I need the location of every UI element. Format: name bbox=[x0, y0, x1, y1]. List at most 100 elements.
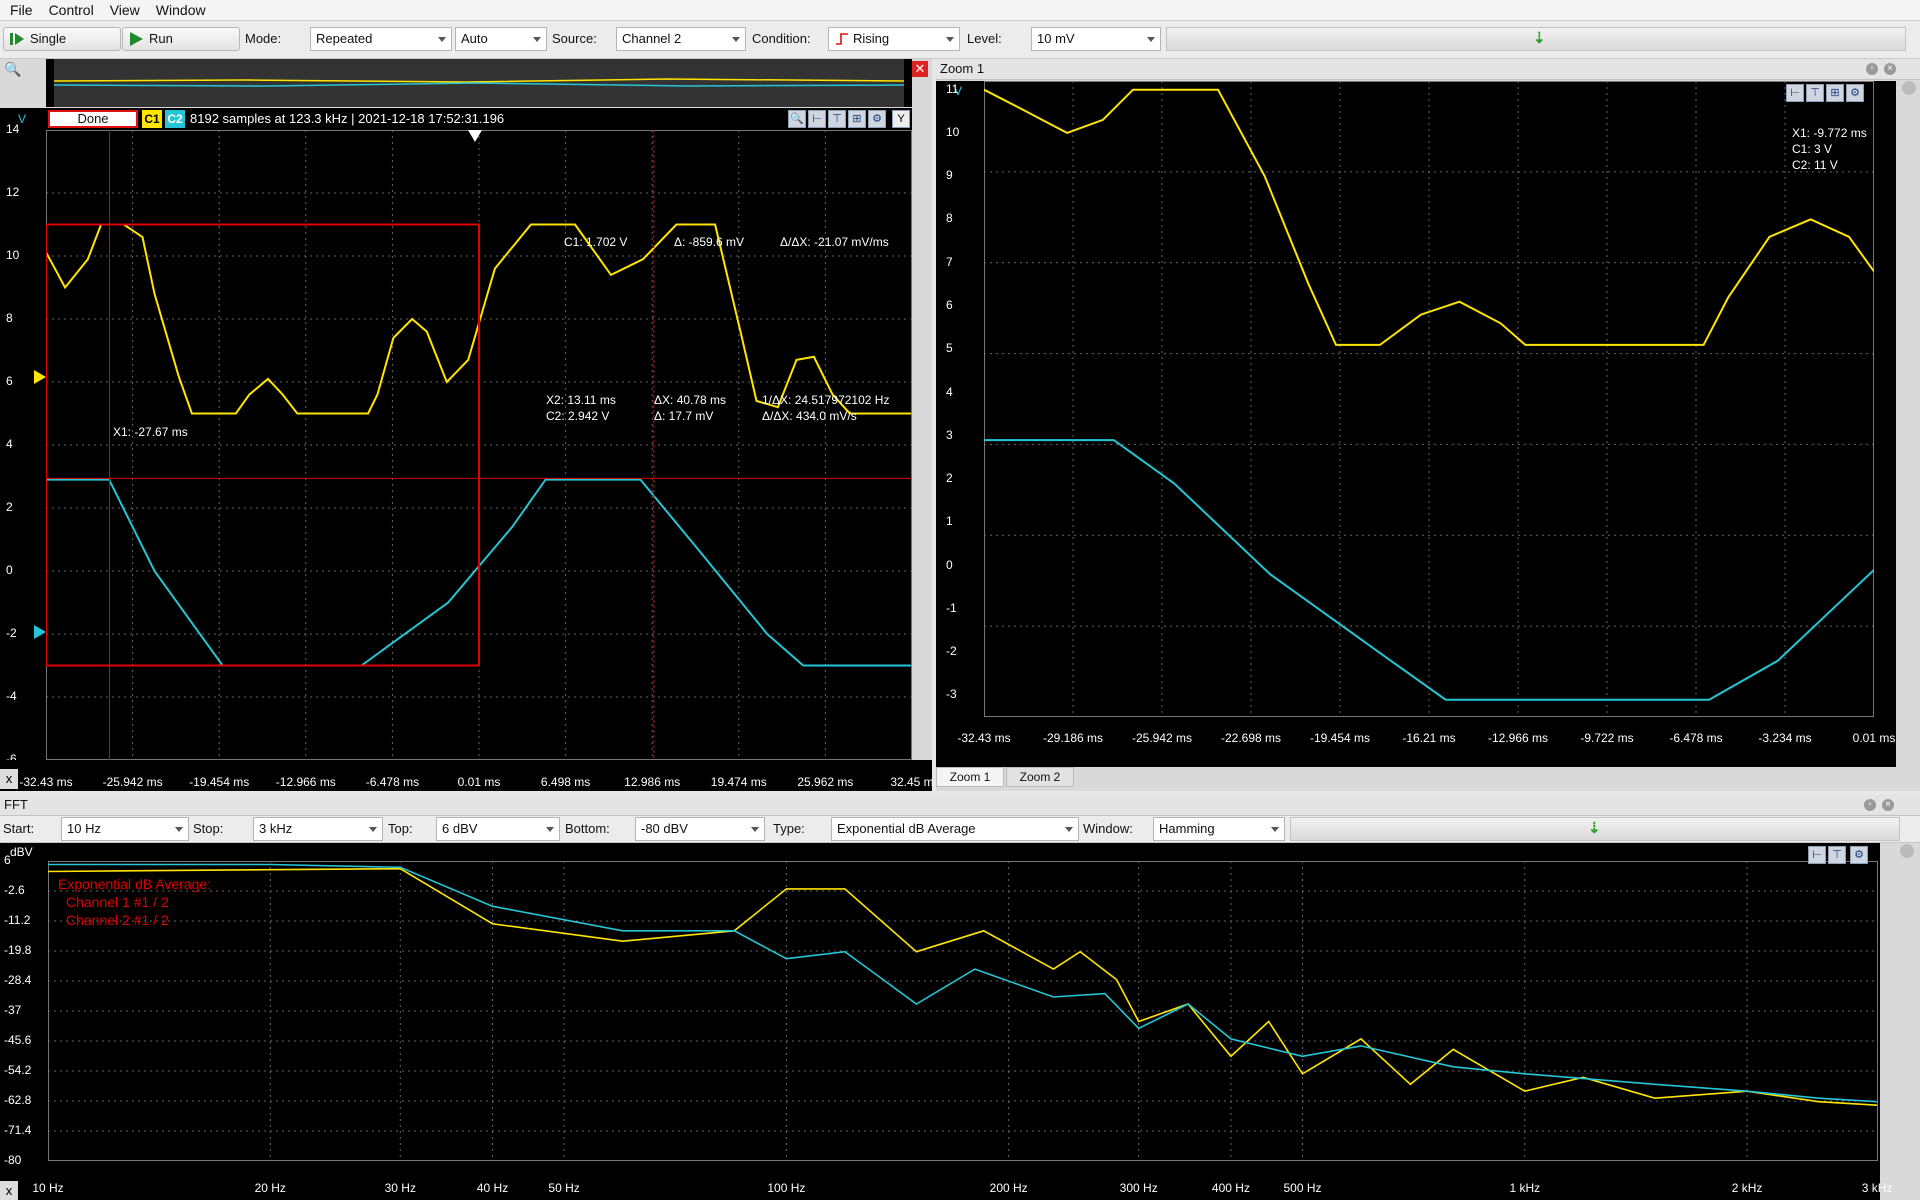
type-select[interactable]: Exponential dB Average bbox=[831, 817, 1079, 841]
zoom-y-tick: 3 bbox=[946, 427, 953, 442]
zoom-x-tick: -9.722 ms bbox=[1580, 731, 1634, 745]
cursor-h-icon[interactable]: ⊢ bbox=[1786, 84, 1804, 102]
settings-gear-icon[interactable]: ⚙ bbox=[1850, 846, 1868, 864]
run-button[interactable]: Run bbox=[122, 27, 240, 51]
settings-gear-icon[interactable]: ⚙ bbox=[1846, 84, 1864, 102]
fft-x-axis-button[interactable]: x bbox=[0, 1181, 18, 1200]
meas-x2: X2: 13.11 ms bbox=[546, 393, 616, 407]
fft-x-tick: 10 Hz bbox=[32, 1181, 64, 1195]
panel-menu-icon[interactable] bbox=[1900, 844, 1914, 858]
restore-icon[interactable]: ◦ bbox=[1864, 799, 1876, 811]
zoom-y-tick: 10 bbox=[946, 124, 960, 139]
start-value: 10 Hz bbox=[67, 821, 101, 836]
cursor-h-icon[interactable]: ⊢ bbox=[1808, 846, 1826, 864]
scope-plot[interactable]: C1: 1.702 V Δ: -859.6 mV Δ/ΔX: -21.07 mV… bbox=[46, 130, 912, 760]
fft-y-tick: -54.2 bbox=[4, 1063, 32, 1077]
scope-x-tick: -25.942 ms bbox=[102, 775, 163, 789]
zoom-x-tick: -19.454 ms bbox=[1309, 731, 1371, 745]
x-axis-button[interactable]: x bbox=[0, 769, 18, 789]
mode-value: Repeated bbox=[316, 31, 373, 46]
start-select[interactable]: 10 Hz bbox=[61, 817, 189, 841]
type-value: Exponential dB Average bbox=[837, 821, 976, 836]
zoom-plot-area[interactable]: V 11 10 9 8 7 6 5 4 3 2 1 0 -1 -2 -3 ⊢ ⊤ ⊞ ⚙ X1: -9.77… bbox=[936, 81, 1896, 767]
stop-select[interactable]: 3 kHz bbox=[253, 817, 383, 841]
fft-channel-2-trace bbox=[48, 863, 1878, 1103]
channel-1-toggle[interactable]: C1 bbox=[142, 110, 162, 128]
zoom-y-tick: 0 bbox=[946, 557, 953, 572]
condition-select[interactable]: Rising bbox=[828, 27, 960, 51]
settings-gear-icon[interactable]: ⚙ bbox=[868, 110, 886, 128]
trigger-position-marker[interactable] bbox=[468, 130, 482, 142]
zoom-x-tick: -32.43 ms bbox=[957, 731, 1011, 745]
level-label: Level: bbox=[967, 31, 1002, 46]
tab-zoom-1[interactable]: Zoom 1 bbox=[936, 767, 1004, 787]
chevron-down-icon bbox=[175, 827, 183, 832]
menu-window[interactable]: Window bbox=[146, 0, 212, 20]
menu-view[interactable]: View bbox=[100, 0, 146, 20]
zoom-title: Zoom 1 bbox=[940, 61, 985, 76]
scope-x-axis: x -32.43 ms -25.942 ms -19.454 ms -12.966 m… bbox=[0, 760, 934, 791]
legend-channel-1: Channel 1 #1 / 2 bbox=[66, 894, 169, 910]
meas-inverse-dx: 1/ΔX: 24.517972102 Hz bbox=[762, 393, 890, 407]
cursor-both-icon[interactable]: ⊞ bbox=[1826, 84, 1844, 102]
fft-x-tick: 200 Hz bbox=[989, 1181, 1028, 1195]
fft-position-bar[interactable]: ⇣ bbox=[1290, 817, 1900, 841]
condition-label: Condition: bbox=[752, 31, 811, 46]
window-select[interactable]: Hamming bbox=[1153, 817, 1285, 841]
fft-x-tick: 50 Hz bbox=[548, 1181, 580, 1195]
scope-y-tick: 2 bbox=[6, 500, 13, 514]
meas-c2: C2: 2.942 V bbox=[546, 409, 610, 423]
fft-x-tick: 30 Hz bbox=[384, 1181, 416, 1195]
zoom-y-tick: 4 bbox=[946, 384, 953, 399]
tab-zoom-2[interactable]: Zoom 2 bbox=[1006, 767, 1074, 787]
fft-x-tick: 40 Hz bbox=[476, 1181, 509, 1195]
rising-edge-icon bbox=[835, 32, 849, 46]
restore-icon[interactable]: ◦ bbox=[1866, 63, 1878, 75]
scope-panel: 🔍 ✕ Done C1 C2 8192 samples at 123.3 kHz… bbox=[0, 59, 934, 791]
panel-menu-icon[interactable] bbox=[1902, 81, 1916, 95]
cursor-v-icon[interactable]: ⊤ bbox=[1806, 84, 1824, 102]
menu-control[interactable]: Control bbox=[39, 0, 100, 20]
mode-select[interactable]: Repeated bbox=[310, 27, 452, 51]
fft-panel: FFT ◦ × Start: 10 Hz Stop: 3 kHz Top: 6 … bbox=[0, 795, 1920, 1200]
menu-file[interactable]: File bbox=[0, 0, 39, 20]
fft-plot-area[interactable]: dBV 6 -2.6 -11.2 -19.8 -28.4 -37 -45.6 -54.2 -62… bbox=[0, 843, 1892, 1200]
level-input[interactable]: 10 mV bbox=[1031, 27, 1161, 51]
close-icon[interactable]: ✕ bbox=[912, 61, 928, 77]
trigger-position-bar[interactable]: ⇣ bbox=[1166, 27, 1906, 51]
zoom-tool-icon[interactable]: 🔍 bbox=[788, 110, 806, 128]
legend-title: Exponential dB Average: bbox=[58, 876, 212, 892]
chevron-down-icon bbox=[751, 827, 759, 832]
close-icon[interactable]: × bbox=[1884, 63, 1896, 75]
auto-value: Auto bbox=[461, 31, 488, 46]
top-select[interactable]: 6 dBV bbox=[436, 817, 560, 841]
top-value: 6 dBV bbox=[442, 821, 478, 836]
channel-2-toggle[interactable]: C2 bbox=[165, 110, 185, 128]
chevron-down-icon bbox=[533, 37, 541, 42]
zoom-meas-x1: X1: -9.772 ms bbox=[1792, 126, 1867, 140]
status-badge[interactable]: Done bbox=[48, 110, 138, 128]
stop-label: Stop: bbox=[193, 821, 224, 836]
overview-strip[interactable] bbox=[46, 59, 912, 107]
zoom-x-tick: -3.234 ms bbox=[1758, 731, 1812, 745]
bottom-select[interactable]: -80 dBV bbox=[635, 817, 765, 841]
single-label: Single bbox=[30, 31, 67, 46]
y-axis-button[interactable]: Y bbox=[892, 110, 910, 128]
cursor-h-icon[interactable]: ⊢ bbox=[808, 110, 826, 128]
close-icon[interactable]: × bbox=[1882, 799, 1894, 811]
cursor-v-icon[interactable]: ⊤ bbox=[828, 110, 846, 128]
single-button[interactable]: Single bbox=[3, 27, 121, 51]
zoom-magnifier-icon[interactable]: 🔍 bbox=[4, 61, 21, 78]
cursor-v-icon[interactable]: ⊤ bbox=[1828, 846, 1846, 864]
fft-plot bbox=[48, 861, 1878, 1161]
chevron-down-icon bbox=[438, 37, 446, 42]
scope-y-axis: V 14 12 10 8 6 4 2 0 -2 -4 -6 bbox=[0, 108, 46, 766]
source-value: Channel 2 bbox=[622, 31, 682, 46]
zoom-y-tick: 5 bbox=[946, 341, 953, 356]
auto-select[interactable]: Auto bbox=[455, 27, 547, 51]
scope-x-tick: 0.01 ms bbox=[457, 775, 501, 789]
source-select[interactable]: Channel 2 bbox=[616, 27, 746, 51]
toolbar: Single Run Mode: Repeated Auto Source: C… bbox=[0, 21, 1920, 59]
zoom-y-tick: 2 bbox=[946, 471, 953, 486]
cursor-both-icon[interactable]: ⊞ bbox=[848, 110, 866, 128]
